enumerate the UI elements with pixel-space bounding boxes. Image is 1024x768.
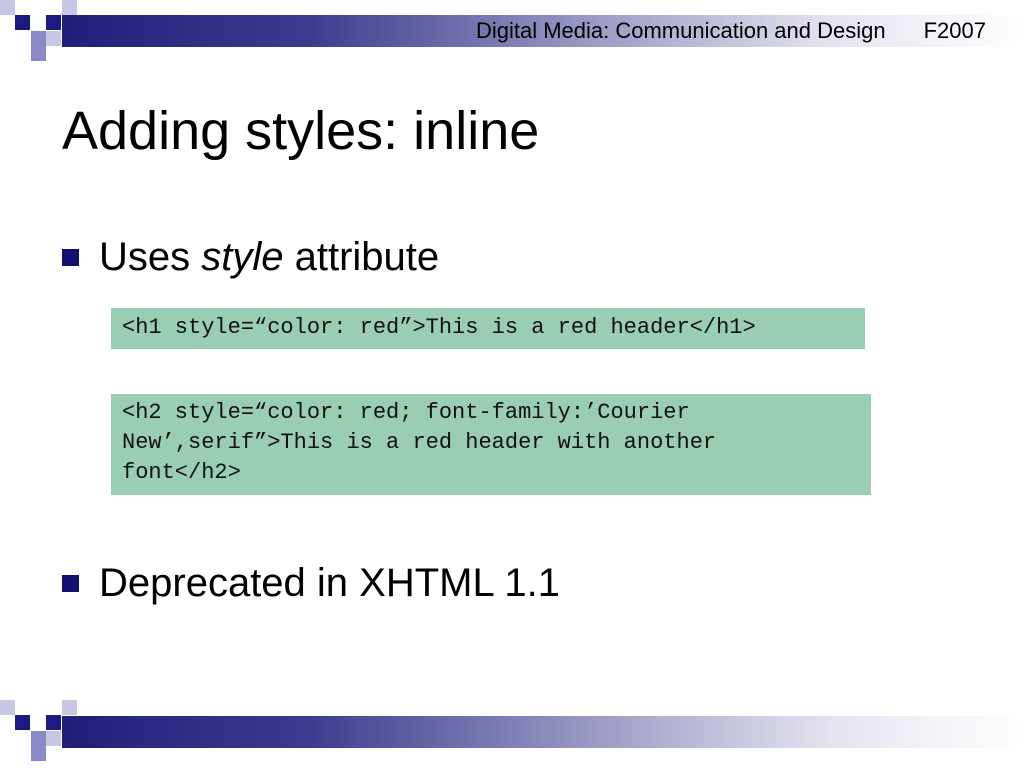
- bullet-deprecated: Deprecated in XHTML 1.1: [62, 558, 560, 608]
- square-bullet-icon: [62, 249, 79, 266]
- emphasis-style: style: [201, 235, 284, 279]
- bullet-uses-style: Uses style attribute: [62, 232, 439, 282]
- slide-header: Digital Media: Communication and Design F…: [476, 15, 986, 47]
- footer-bar: [62, 716, 1024, 748]
- slide-title: Adding styles: inline: [62, 101, 540, 161]
- code-block-h2: <h2 style=“color: red; font-family:’Cour…: [111, 394, 871, 495]
- code-block-h1: <h1 style=“color: red”>This is a red hea…: [111, 308, 865, 349]
- term-label: F2007: [923, 18, 986, 43]
- square-bullet-icon: [62, 575, 79, 592]
- course-name: Digital Media: Communication and Design: [475, 18, 886, 43]
